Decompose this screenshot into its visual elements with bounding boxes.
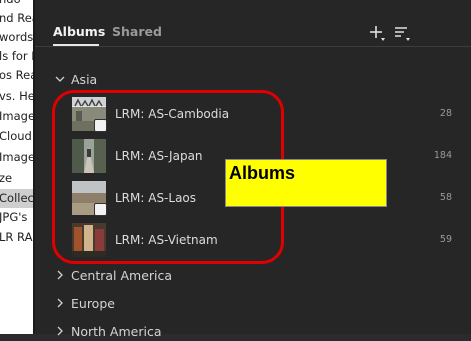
album-count: 28 (439, 108, 452, 119)
sort-button[interactable] (394, 24, 412, 42)
background-list-item: words (0, 30, 33, 44)
background-list-item: nd Rea (0, 11, 33, 25)
chevron-down-icon (55, 76, 65, 82)
background-list-item: ls for P (0, 49, 33, 63)
sort-icon (395, 27, 410, 41)
annotation-label: Albums (225, 159, 387, 207)
background-list-item: os Rea (0, 68, 33, 82)
plus-icon (370, 26, 385, 41)
add-album-button[interactable] (369, 24, 387, 42)
tab-albums[interactable]: Albums (53, 24, 105, 40)
background-list-item: ze (0, 171, 13, 185)
chevron-right-icon (57, 326, 63, 336)
section-label: North America (71, 324, 162, 339)
chevron-right-icon (57, 298, 63, 308)
background-list-item: Image (0, 109, 33, 123)
background-list-item: ndo (0, 0, 33, 9)
album-count: 184 (433, 150, 452, 161)
background-list-item: Image (0, 150, 33, 164)
album-count: 58 (439, 192, 452, 203)
section-label: Asia (71, 72, 98, 87)
section-label: Central America (71, 268, 173, 283)
background-list-item: LR RA (0, 230, 33, 244)
album-count: 59 (439, 234, 452, 245)
background-list-item: JPG's (0, 210, 28, 224)
chevron-right-icon (57, 270, 63, 280)
tab-shared[interactable]: Shared (112, 24, 162, 40)
tab-bar-divider (35, 46, 471, 47)
section-label: Europe (71, 296, 115, 311)
background-list-item: Cloud (0, 129, 32, 143)
background-window-list: ndo nd Rea words ls for P os Rea vs. He … (0, 0, 33, 334)
background-list-item: vs. He (0, 89, 33, 103)
background-list-item-selected: Collec (0, 189, 33, 208)
